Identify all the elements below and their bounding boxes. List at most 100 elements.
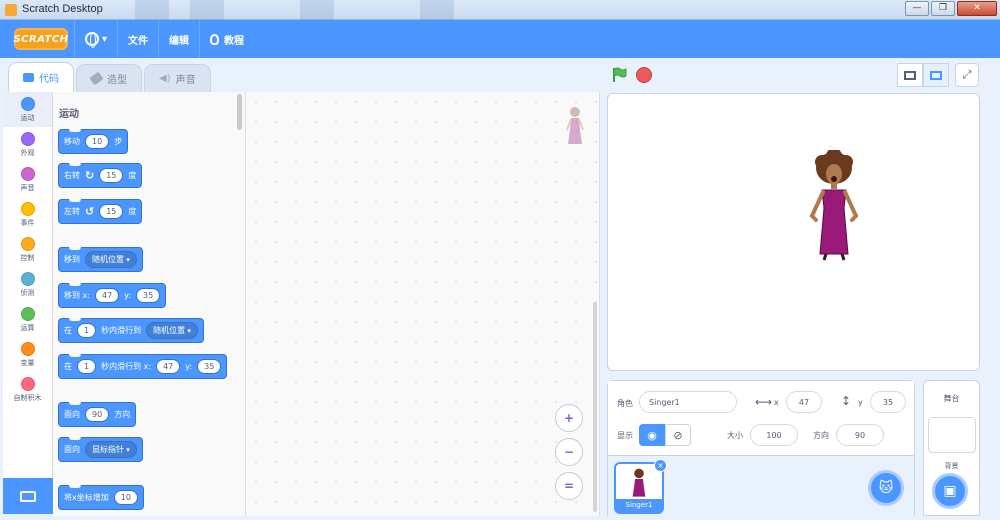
tab-costumes[interactable]: 造型 <box>76 64 142 92</box>
sprite-info-fields: 角色 Singer1 ⟷ x 47 ↕ y 35 显示 ◉ ⊘ 大小 100 方… <box>608 381 914 453</box>
block-text: 步 <box>114 137 123 146</box>
block-dropdown[interactable]: 鼠标指针 <box>85 441 137 458</box>
singer-sprite[interactable] <box>804 150 864 262</box>
category-my-blocks[interactable]: 自制积木 <box>3 372 52 407</box>
block-glide-to[interactable]: 在 1 秒内滑行到 随机位置 <box>58 318 204 343</box>
tab-code-label: 代码 <box>39 74 59 85</box>
window-title: Scratch Desktop <box>22 3 103 15</box>
y-position-input[interactable]: 35 <box>870 391 906 413</box>
block-number-input[interactable]: 15 <box>99 168 124 183</box>
sprite-name-input[interactable]: Singer1 <box>639 391 737 413</box>
block-number-input[interactable]: 15 <box>99 204 124 219</box>
backdrop-thumbnail[interactable] <box>928 417 976 453</box>
fullscreen-button[interactable]: ⤢ <box>955 63 979 87</box>
tab-code[interactable]: 代码 <box>8 62 74 92</box>
block-text: 移到 x: <box>64 291 90 300</box>
block-turn-right[interactable]: 右转 ↻ 15 度 <box>58 163 143 188</box>
block-number-input[interactable]: 10 <box>113 490 138 505</box>
category-variables[interactable]: 变量 <box>3 337 52 372</box>
block-goto[interactable]: 移到 随机位置 <box>58 247 143 272</box>
stage-canvas[interactable] <box>607 93 980 371</box>
block-dropdown[interactable]: 随机位置 <box>85 251 137 268</box>
block-dropdown[interactable]: 随机位置 <box>146 322 198 339</box>
block-point-towards[interactable]: 面向 鼠标指针 <box>58 437 143 462</box>
sprite-thumbnail <box>632 468 646 497</box>
block-x-input[interactable]: 47 <box>156 359 181 374</box>
block-y-input[interactable]: 35 <box>197 359 222 374</box>
direction-input[interactable]: 90 <box>836 424 884 446</box>
language-menu[interactable]: ▾ <box>74 20 117 58</box>
edit-menu[interactable]: 编辑 <box>158 20 199 58</box>
cat-icon: 🐱 <box>878 480 894 496</box>
block-secs-input[interactable]: 1 <box>77 359 97 374</box>
direction-label: 方向 <box>813 431 829 440</box>
maximize-button[interactable]: ❐ <box>931 1 955 16</box>
block-text: 方向 <box>114 410 131 419</box>
large-stage-button[interactable] <box>923 63 949 87</box>
category-looks[interactable]: 外观 <box>3 127 52 162</box>
file-menu[interactable]: 文件 <box>117 20 158 58</box>
block-x-input[interactable]: 47 <box>94 288 120 303</box>
small-stage-button[interactable] <box>897 63 923 87</box>
green-flag-icon[interactable] <box>611 67 627 83</box>
choose-backdrop-button[interactable]: ▣ <box>932 473 968 509</box>
sprite-list: Singer1 × 🐱 <box>608 455 914 516</box>
category-control[interactable]: 控制 <box>3 232 52 267</box>
block-text: 在 <box>64 326 72 335</box>
workspace-scrollbar[interactable] <box>593 302 597 512</box>
block-glide-xy[interactable]: 在 1 秒内滑行到 x: 47 y: 35 <box>58 354 228 379</box>
category-sensing[interactable]: 侦测 <box>3 267 52 302</box>
large-stage-icon <box>930 70 942 80</box>
block-change-x[interactable]: 将x坐标增加 10 <box>58 485 144 510</box>
script-workspace[interactable]: + − = <box>246 92 600 516</box>
tab-sounds[interactable]: ◀) 声音 <box>144 64 211 92</box>
delete-sprite-icon[interactable]: × <box>654 459 667 472</box>
stage-size-toggle <box>897 63 949 87</box>
show-sprite-button[interactable]: ◉ <box>639 424 665 446</box>
category-sound[interactable]: 声音 <box>3 162 52 197</box>
block-turn-left[interactable]: 左转 ↺ 15 度 <box>58 199 143 224</box>
category-operators[interactable]: 运算 <box>3 302 52 337</box>
block-point-direction[interactable]: 面向 90 方向 <box>58 402 137 427</box>
category-events[interactable]: 事件 <box>3 197 52 232</box>
block-text: 右转 <box>64 171 80 180</box>
zoom-reset-button[interactable]: = <box>555 472 583 500</box>
x-position-input[interactable]: 47 <box>786 391 822 413</box>
choose-sprite-button[interactable]: 🐱 <box>868 470 904 506</box>
block-move-steps[interactable]: 移动 10 步 <box>58 129 129 154</box>
close-window-button[interactable]: ✕ <box>957 1 997 16</box>
size-input[interactable]: 100 <box>750 424 798 446</box>
small-stage-icon <box>904 70 916 80</box>
minimize-button[interactable]: — <box>905 1 929 16</box>
tutorials-menu[interactable]: 教程 <box>199 20 254 58</box>
stop-button[interactable] <box>636 67 652 83</box>
category-motion[interactable]: 运动 <box>3 92 52 127</box>
palette-scrollbar[interactable] <box>237 94 242 130</box>
category-label: 声音 <box>20 183 35 192</box>
window-titlebar: Scratch Desktop — ❐ ✕ <box>0 0 1000 20</box>
block-number-input[interactable]: 90 <box>85 407 110 422</box>
block-goto-xy[interactable]: 移到 x: 47 y: 35 <box>58 283 167 308</box>
stage-target-panel[interactable]: 舞台 背景 ▣ <box>923 380 980 516</box>
hide-sprite-button[interactable]: ⊘ <box>665 424 691 446</box>
block-text: 面向 <box>64 445 80 454</box>
code-blocks-icon <box>23 73 34 82</box>
block-y-input[interactable]: 35 <box>136 288 161 303</box>
zoom-in-button[interactable]: + <box>555 404 583 432</box>
block-secs-input[interactable]: 1 <box>77 323 97 338</box>
vertical-arrows-icon: ↕ <box>841 394 852 408</box>
block-text: 面向 <box>64 410 80 419</box>
block-text: 将x坐标增加 <box>64 493 109 502</box>
background-window-ghost <box>300 0 334 20</box>
category-dot <box>20 376 35 391</box>
zoom-out-button[interactable]: − <box>555 438 583 466</box>
sprite-tile[interactable]: Singer1 × <box>614 459 667 514</box>
horizontal-arrows-icon: ⟷ <box>755 395 773 409</box>
block-number-input[interactable]: 10 <box>85 134 110 149</box>
block-text: 在 <box>64 362 72 371</box>
chevron-down-icon: ▾ <box>102 33 108 45</box>
block-palette: 运动 移动 10 步 右转 ↻ 15 度 左转 ↺ 15 度 移到 随机位置 移… <box>53 92 246 516</box>
add-extension-button[interactable] <box>3 478 53 514</box>
scratch-logo[interactable]: SCRATCH <box>13 28 68 50</box>
sprite-info-panel: 角色 Singer1 ⟷ x 47 ↕ y 35 显示 ◉ ⊘ 大小 100 方… <box>607 380 915 516</box>
